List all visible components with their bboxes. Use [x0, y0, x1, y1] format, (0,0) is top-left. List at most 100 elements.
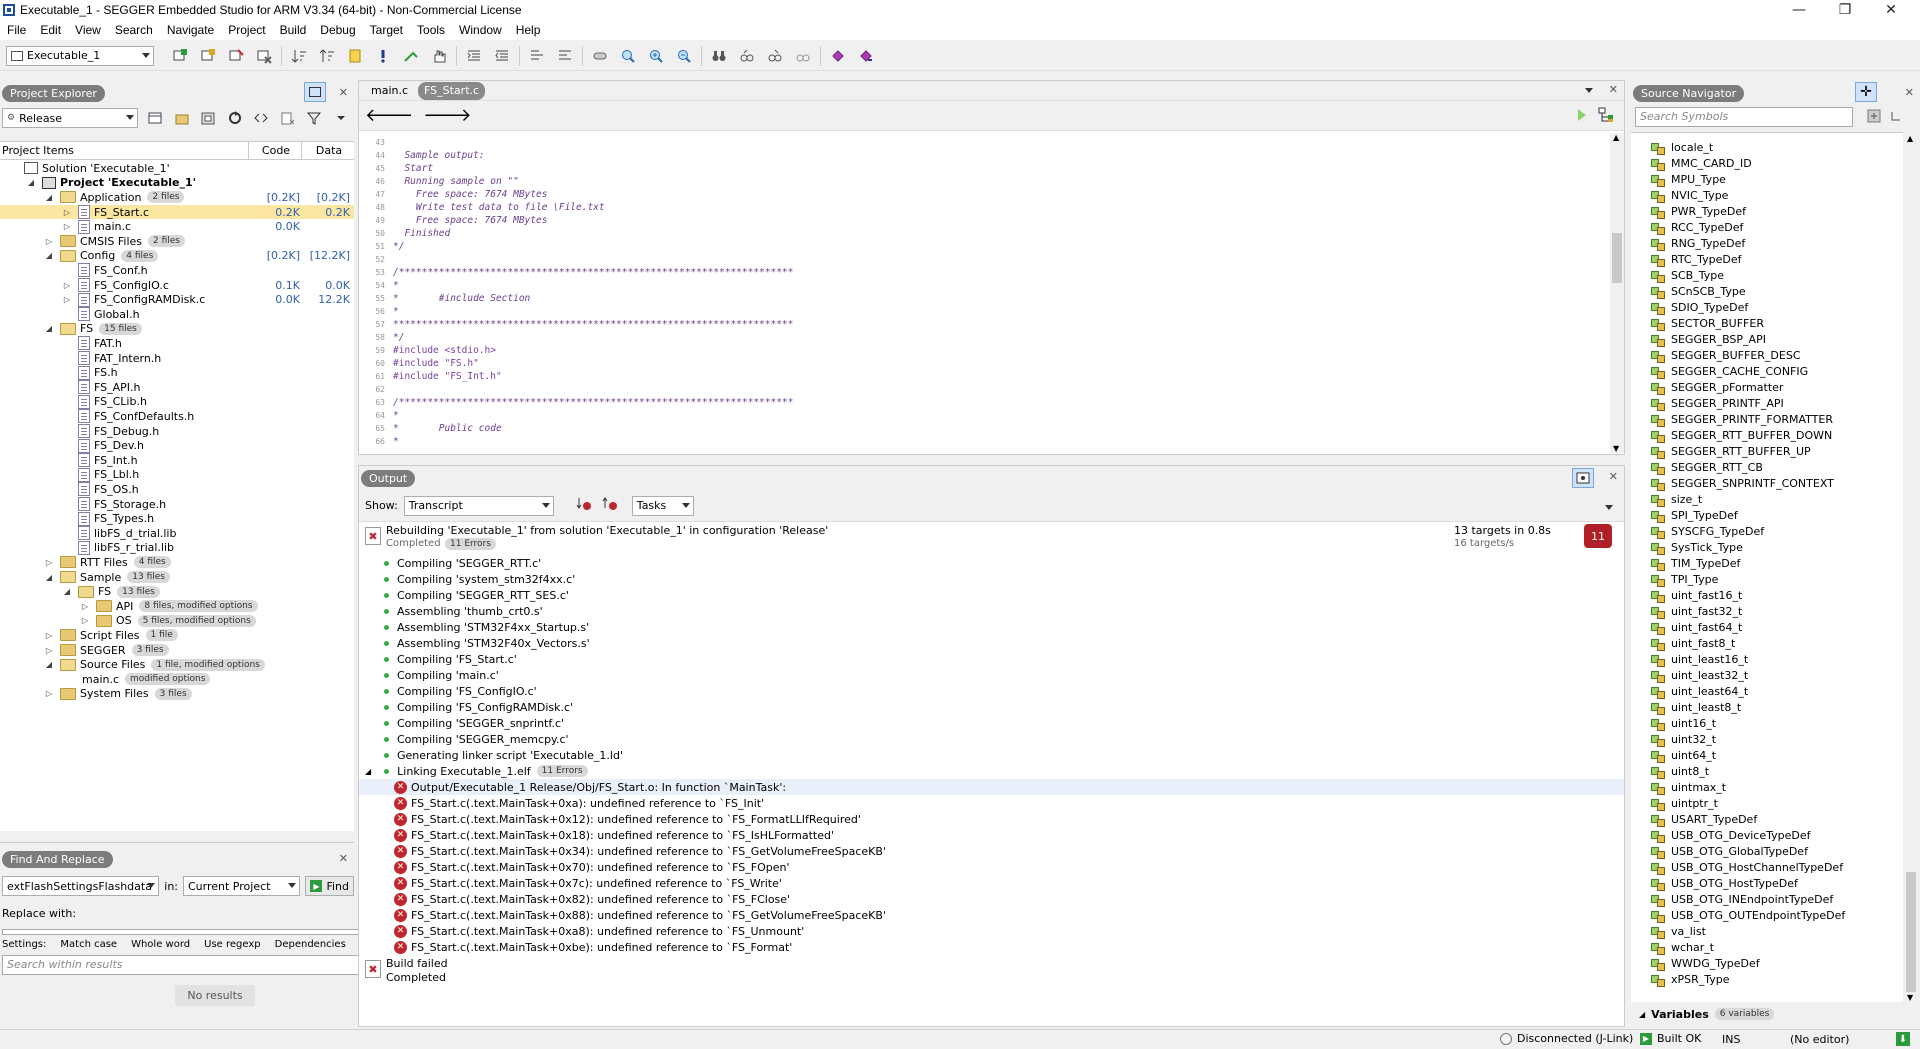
symbol-item[interactable]: USB_OTG_HostChannelTypeDef: [1651, 859, 1843, 875]
symbol-item[interactable]: TPI_Type: [1651, 571, 1718, 587]
remove-icon[interactable]: [278, 108, 297, 128]
build-step[interactable]: Compiling 'FS_ConfigRAMDisk.c': [359, 699, 1624, 715]
clean-icon[interactable]: [254, 46, 274, 66]
build-step[interactable]: Compiling 'system_stm32f4xx.c': [359, 571, 1624, 587]
replace-input[interactable]: [2, 929, 374, 935]
bookmark-icon[interactable]: [345, 46, 365, 66]
symbol-item[interactable]: WWDG_TypeDef: [1651, 955, 1760, 971]
outdent-icon[interactable]: [492, 46, 512, 66]
prev-error-icon[interactable]: [576, 496, 592, 515]
build-icon[interactable]: [170, 46, 190, 66]
menu-target[interactable]: Target: [363, 23, 410, 37]
close-icon[interactable]: ✕: [339, 86, 348, 99]
close-button[interactable]: ✕: [1868, 0, 1914, 20]
error-message[interactable]: ✕ FS_Start.c(.text.MainTask+0x12): undefi…: [359, 811, 1624, 827]
symbol-item[interactable]: uint_least64_t: [1651, 683, 1748, 699]
build-summary[interactable]: ✖ Rebuilding 'Executable_1' from solution…: [359, 524, 1624, 552]
error-message[interactable]: ✕ FS_Start.c(.text.MainTask+0xa8): undefi…: [359, 923, 1624, 939]
symbol-item[interactable]: uint_fast16_t: [1651, 587, 1742, 603]
tree-item[interactable]: FAT_Intern.h: [0, 351, 354, 366]
symbol-item[interactable]: RTC_TypeDef: [1651, 251, 1741, 267]
collapsed-icon[interactable]: ▷: [44, 630, 54, 640]
symbol-item[interactable]: MPU_Type: [1651, 171, 1726, 187]
search-symbols-input[interactable]: Search Symbols: [1635, 107, 1853, 127]
column-project-items[interactable]: Project Items: [0, 142, 249, 159]
menu-debug[interactable]: Debug: [313, 23, 362, 37]
run-icon[interactable]: [401, 46, 421, 66]
symbol-item[interactable]: SEGGER_PRINTF_FORMATTER: [1651, 411, 1833, 427]
variables-section[interactable]: ◢ Variables 6 variables: [1639, 1006, 1775, 1022]
symbol-item[interactable]: uint32_t: [1651, 731, 1716, 747]
symbol-item[interactable]: SEGGER_pFormatter: [1651, 379, 1783, 395]
tasks-select[interactable]: Tasks: [631, 495, 694, 516]
tree-item[interactable]: FS_Conf.h: [0, 263, 354, 278]
symbol-item[interactable]: uint_least8_t: [1651, 699, 1741, 715]
chevron-down-icon[interactable]: [1604, 502, 1614, 515]
tree-item[interactable]: FS_Debug.h: [0, 424, 354, 439]
tree-item[interactable]: ▷ API 8 files, modified options: [0, 599, 354, 614]
tree-item[interactable]: ▷ System Files 3 files: [0, 687, 354, 702]
symbol-item[interactable]: SEGGER_BSP_API: [1651, 331, 1766, 347]
build-step[interactable]: Generating linker script 'Executable_1.l…: [359, 747, 1624, 763]
scroll-thumb[interactable]: [1906, 872, 1916, 992]
error-message[interactable]: ✕ FS_Start.c(.text.MainTask+0x70): undefi…: [359, 859, 1624, 875]
menu-search[interactable]: Search: [108, 23, 160, 37]
tree-item[interactable]: ◢ Application 2 files [0.2K] [0.2K]: [0, 190, 354, 205]
symbol-item[interactable]: USB_OTG_GlobalTypeDef: [1651, 843, 1808, 859]
sort-reverse-icon[interactable]: [317, 46, 337, 66]
collapsed-icon[interactable]: ▷: [62, 222, 72, 232]
option-use-regexp[interactable]: Use regexp: [204, 939, 261, 951]
build-step[interactable]: Assembling 'STM32F4xx_Startup.s': [359, 619, 1624, 635]
error-message[interactable]: ✕ FS_Start.c(.text.MainTask+0x34): undefi…: [359, 843, 1624, 859]
tree-item[interactable]: ◢ Sample 13 files: [0, 570, 354, 585]
properties-icon[interactable]: [146, 108, 165, 128]
symbol-item[interactable]: USART_TypeDef: [1651, 811, 1757, 827]
symbol-item[interactable]: uintptr_t: [1651, 795, 1718, 811]
chevron-down-icon[interactable]: [1584, 85, 1594, 98]
tree-item[interactable]: FS_Storage.h: [0, 497, 354, 512]
collapsed-icon[interactable]: ▷: [44, 645, 54, 655]
collapse-all-icon[interactable]: [1889, 109, 1903, 126]
menu-window[interactable]: Window: [452, 23, 509, 37]
symbol-item[interactable]: uint_fast8_t: [1651, 635, 1735, 651]
symbol-item[interactable]: USB_OTG_INEndpointTypeDef: [1651, 891, 1833, 907]
symbol-item[interactable]: va_list: [1651, 923, 1706, 939]
bookmark-next-icon[interactable]: [856, 46, 876, 66]
symbol-item[interactable]: TIM_TypeDef: [1651, 555, 1740, 571]
symbol-item[interactable]: SCB_Type: [1651, 267, 1724, 283]
tree-item[interactable]: Global.h: [0, 307, 354, 322]
collapsed-icon[interactable]: ▷: [62, 295, 72, 305]
tree-item[interactable]: FS_API.h: [0, 380, 354, 395]
build-step[interactable]: Compiling 'SEGGER_snprintf.c': [359, 715, 1624, 731]
tree-item[interactable]: ◢ FS 13 files: [0, 584, 354, 599]
expanded-icon[interactable]: ◢: [44, 251, 54, 261]
symbol-item[interactable]: SEGGER_RTT_BUFFER_DOWN: [1651, 427, 1832, 443]
symbol-item[interactable]: USB_OTG_OUTEndpointTypeDef: [1651, 907, 1845, 923]
expanded-icon[interactable]: ◢: [365, 767, 371, 776]
collapsed-icon[interactable]: ▷: [44, 689, 54, 699]
refresh-icon[interactable]: [225, 108, 244, 128]
error-message[interactable]: ✕ FS_Start.c(.text.MainTask+0x7c): undefi…: [359, 875, 1624, 891]
menu-help[interactable]: Help: [509, 23, 548, 37]
error-message[interactable]: ✕ FS_Start.c(.text.MainTask+0x82): undefi…: [359, 891, 1624, 907]
error-message[interactable]: ✕ Output/Executable_1 Release/Obj/FS_Star…: [359, 779, 1624, 795]
expanded-icon[interactable]: ◢: [44, 572, 54, 582]
tree-item[interactable]: ▷ FS_ConfigIO.c 0.1K 0.0K: [0, 278, 354, 293]
build-step[interactable]: Assembling 'thumb_crt0.s': [359, 603, 1624, 619]
symbol-item[interactable]: uint64_t: [1651, 747, 1716, 763]
find-clear-icon[interactable]: [793, 46, 813, 66]
find-button[interactable]: ▶ Find: [305, 876, 354, 896]
download-icon[interactable]: ⬇: [1896, 1032, 1910, 1046]
build-step[interactable]: Assembling 'STM32F40x_Vectors.s': [359, 635, 1624, 651]
symbol-item[interactable]: wchar_t: [1651, 939, 1714, 955]
symbol-item[interactable]: RNG_TypeDef: [1651, 235, 1745, 251]
symbol-item[interactable]: SCnSCB_Type: [1651, 283, 1746, 299]
configuration-combo[interactable]: ⚙ Release: [2, 108, 138, 128]
expanded-icon[interactable]: ◢: [44, 660, 54, 670]
symbol-item[interactable]: SEGGER_SNPRINTF_CONTEXT: [1651, 475, 1834, 491]
connection-status[interactable]: Disconnected (J-Link): [1500, 1032, 1633, 1045]
comment-icon[interactable]: [527, 46, 547, 66]
symbol-item[interactable]: SysTick_Type: [1651, 539, 1743, 555]
error-message[interactable]: ✕ FS_Start.c(.text.MainTask+0x88): undefi…: [359, 907, 1624, 923]
symbol-item[interactable]: MMC_CARD_ID: [1651, 155, 1752, 171]
